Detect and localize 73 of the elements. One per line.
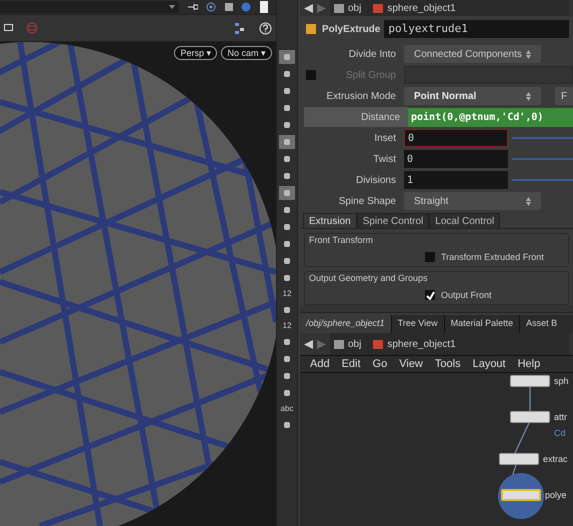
checkbox[interactable]	[425, 252, 435, 262]
number-field[interactable]: 0	[404, 129, 508, 147]
path-segment[interactable]: sphere_object1	[387, 336, 456, 352]
network-node[interactable]	[510, 411, 550, 423]
camera-menu[interactable]: No cam ▾	[221, 46, 272, 60]
menu-item[interactable]: Tools	[434, 356, 461, 372]
display-icon[interactable]	[4, 24, 14, 32]
camera-menu[interactable]: Persp ▾	[174, 46, 218, 60]
parameter-label: Divide Into	[348, 48, 396, 62]
dropdown[interactable]: Point Normal	[404, 87, 541, 105]
tab[interactable]: Extrusion	[303, 213, 357, 228]
parameter-label: Spine Shape	[338, 194, 396, 208]
menu-item[interactable]: Go	[372, 356, 388, 372]
number-field[interactable]: 1	[404, 171, 508, 189]
menu-item[interactable]: Layout	[472, 356, 506, 372]
checkbox-label: Transform Extruded Front	[441, 250, 544, 264]
path-segment[interactable]: sphere_object1	[387, 0, 456, 16]
parameter-label: Split Group	[346, 68, 396, 82]
page-icon[interactable]	[258, 1, 268, 13]
spinner-icon	[526, 196, 531, 206]
tool-label[interactable]: abc	[280, 403, 294, 415]
path-segment[interactable]: obj	[348, 0, 362, 16]
network-node[interactable]	[501, 489, 541, 501]
object-icon	[373, 340, 384, 348]
back-arrow-icon[interactable]	[304, 4, 313, 12]
hierarchy-icon[interactable]	[235, 22, 247, 34]
parameter-label: Inset	[374, 132, 396, 146]
menu-item[interactable]: View	[399, 356, 423, 372]
node-label: sph	[554, 375, 569, 388]
menu-item[interactable]: Edit	[342, 356, 361, 372]
number-field[interactable]: 0	[404, 150, 508, 168]
node-type-label: PolyExtrude	[322, 22, 380, 36]
spinner-icon	[526, 92, 531, 100]
pane-tab[interactable]: /obj/sphere_object1	[300, 315, 391, 333]
back-arrow-icon[interactable]	[304, 340, 313, 348]
network-node[interactable]	[510, 375, 550, 387]
node-wire	[529, 387, 531, 411]
parameter-label: Divisions	[356, 174, 396, 188]
menu-item[interactable]: Help	[518, 356, 540, 372]
parameter-label: Extrusion Mode	[326, 90, 396, 104]
dropdown[interactable]: Straight	[404, 192, 541, 210]
node-label: polye	[545, 489, 567, 502]
group-title: Output Geometry and Groups	[308, 272, 429, 285]
pin-icon[interactable]	[186, 2, 198, 12]
node-wire	[514, 423, 530, 453]
expression-field[interactable]: point(0,@ptnum,'Cd',0)	[408, 108, 573, 126]
button[interactable]: F	[555, 87, 573, 105]
tool-label[interactable]: 12	[282, 288, 292, 300]
menu-item[interactable]: Add	[310, 356, 330, 372]
dropdown[interactable]: Connected Components	[404, 45, 541, 63]
object-icon	[373, 4, 384, 12]
checkbox-label: Output Front	[441, 288, 492, 302]
target-icon[interactable]	[206, 2, 216, 12]
node-name-field[interactable]: polyextrude1	[384, 20, 569, 38]
tab[interactable]: Local Control	[429, 213, 500, 228]
node-label: extrac	[543, 453, 568, 466]
tool-label[interactable]: 12	[282, 320, 292, 332]
node-attribute-label: Cd	[554, 427, 566, 440]
group-title: Front Transform	[308, 234, 374, 247]
node-label: attr	[554, 411, 568, 424]
spinner-icon	[526, 50, 531, 58]
viewport[interactable]: Persp ▾ No cam ▾	[0, 42, 276, 526]
node-type-icon	[304, 22, 318, 36]
path-bar[interactable]: obj sphere_object1	[330, 333, 569, 355]
help-icon[interactable]	[259, 22, 272, 34]
tab[interactable]: Spine Control	[356, 213, 430, 228]
parameter-label: Twist	[373, 152, 396, 166]
path-segment[interactable]: obj	[348, 336, 362, 352]
checkbox[interactable]	[425, 290, 435, 300]
caret-icon	[168, 5, 175, 9]
network-node[interactable]	[499, 453, 539, 465]
path-bar[interactable]: obj sphere_object1	[330, 0, 569, 16]
parameter-label: Distance	[361, 110, 400, 124]
